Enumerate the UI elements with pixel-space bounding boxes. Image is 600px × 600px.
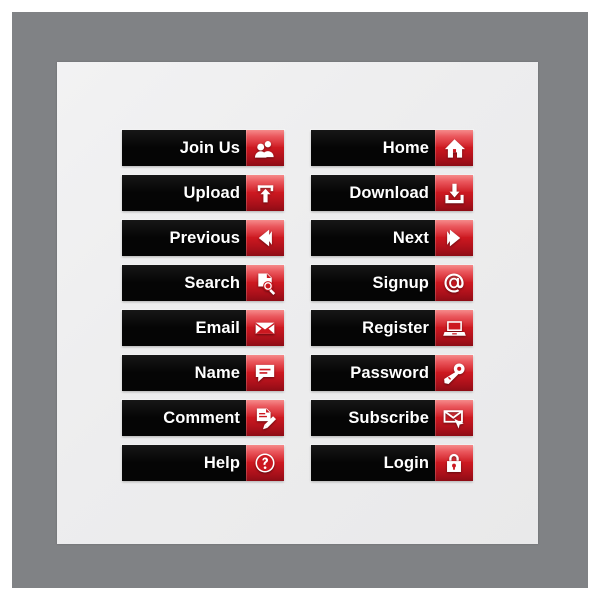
laptop-icon[interactable] <box>435 310 473 346</box>
button-label: Join Us <box>179 139 240 157</box>
users-icon[interactable] <box>246 130 284 166</box>
chevron-left-icon[interactable] <box>246 220 284 256</box>
button-label: Upload <box>183 184 240 202</box>
button-label: Comment <box>163 409 240 427</box>
at-sign-icon[interactable] <box>435 265 473 301</box>
button-help[interactable]: Help <box>122 445 284 481</box>
button-label: Help <box>203 454 240 472</box>
button-name[interactable]: Name <box>122 355 284 391</box>
left-column: Join Us Upload Previous Search Email Name Comm… <box>122 130 284 490</box>
button-comment[interactable]: Comment <box>122 400 284 436</box>
screenshot-stage: Join Us Upload Previous Search Email Name Comm… <box>0 0 600 600</box>
white-board: Join Us Upload Previous Search Email Name Comm… <box>57 62 538 544</box>
button-label: Download <box>349 184 429 202</box>
envelope-cursor-icon[interactable] <box>435 400 473 436</box>
button-label: Previous <box>169 229 240 247</box>
button-grid: Join Us Upload Previous Search Email Name Comm… <box>57 62 538 544</box>
button-join-us[interactable]: Join Us <box>122 130 284 166</box>
document-pencil-icon[interactable] <box>246 400 284 436</box>
button-download[interactable]: Download <box>311 175 473 211</box>
button-next[interactable]: Next <box>311 220 473 256</box>
button-search[interactable]: Search <box>122 265 284 301</box>
button-label: Register <box>362 319 429 337</box>
padlock-icon[interactable] <box>435 445 473 481</box>
button-label: Password <box>350 364 429 382</box>
button-register[interactable]: Register <box>311 310 473 346</box>
button-password[interactable]: Password <box>311 355 473 391</box>
button-label: Login <box>383 454 429 472</box>
speech-bubble-icon[interactable] <box>246 355 284 391</box>
button-login[interactable]: Login <box>311 445 473 481</box>
question-mark-circle-icon[interactable] <box>246 445 284 481</box>
button-label: Next <box>392 229 429 247</box>
button-previous[interactable]: Previous <box>122 220 284 256</box>
download-tray-icon[interactable] <box>435 175 473 211</box>
button-subscribe[interactable]: Subscribe <box>311 400 473 436</box>
key-icon[interactable] <box>435 355 473 391</box>
button-signup[interactable]: Signup <box>311 265 473 301</box>
button-home[interactable]: Home <box>311 130 473 166</box>
button-label: Subscribe <box>348 409 429 427</box>
button-email[interactable]: Email <box>122 310 284 346</box>
envelope-icon[interactable] <box>246 310 284 346</box>
chevron-right-icon[interactable] <box>435 220 473 256</box>
document-magnifier-icon[interactable] <box>246 265 284 301</box>
upload-arrow-icon[interactable] <box>246 175 284 211</box>
button-label: Email <box>195 319 240 337</box>
button-label: Home <box>382 139 429 157</box>
house-icon[interactable] <box>435 130 473 166</box>
right-column: Home Download Next Signup Register Password Su… <box>311 130 473 490</box>
button-label: Name <box>194 364 240 382</box>
button-label: Signup <box>372 274 429 292</box>
button-label: Search <box>184 274 240 292</box>
button-upload[interactable]: Upload <box>122 175 284 211</box>
